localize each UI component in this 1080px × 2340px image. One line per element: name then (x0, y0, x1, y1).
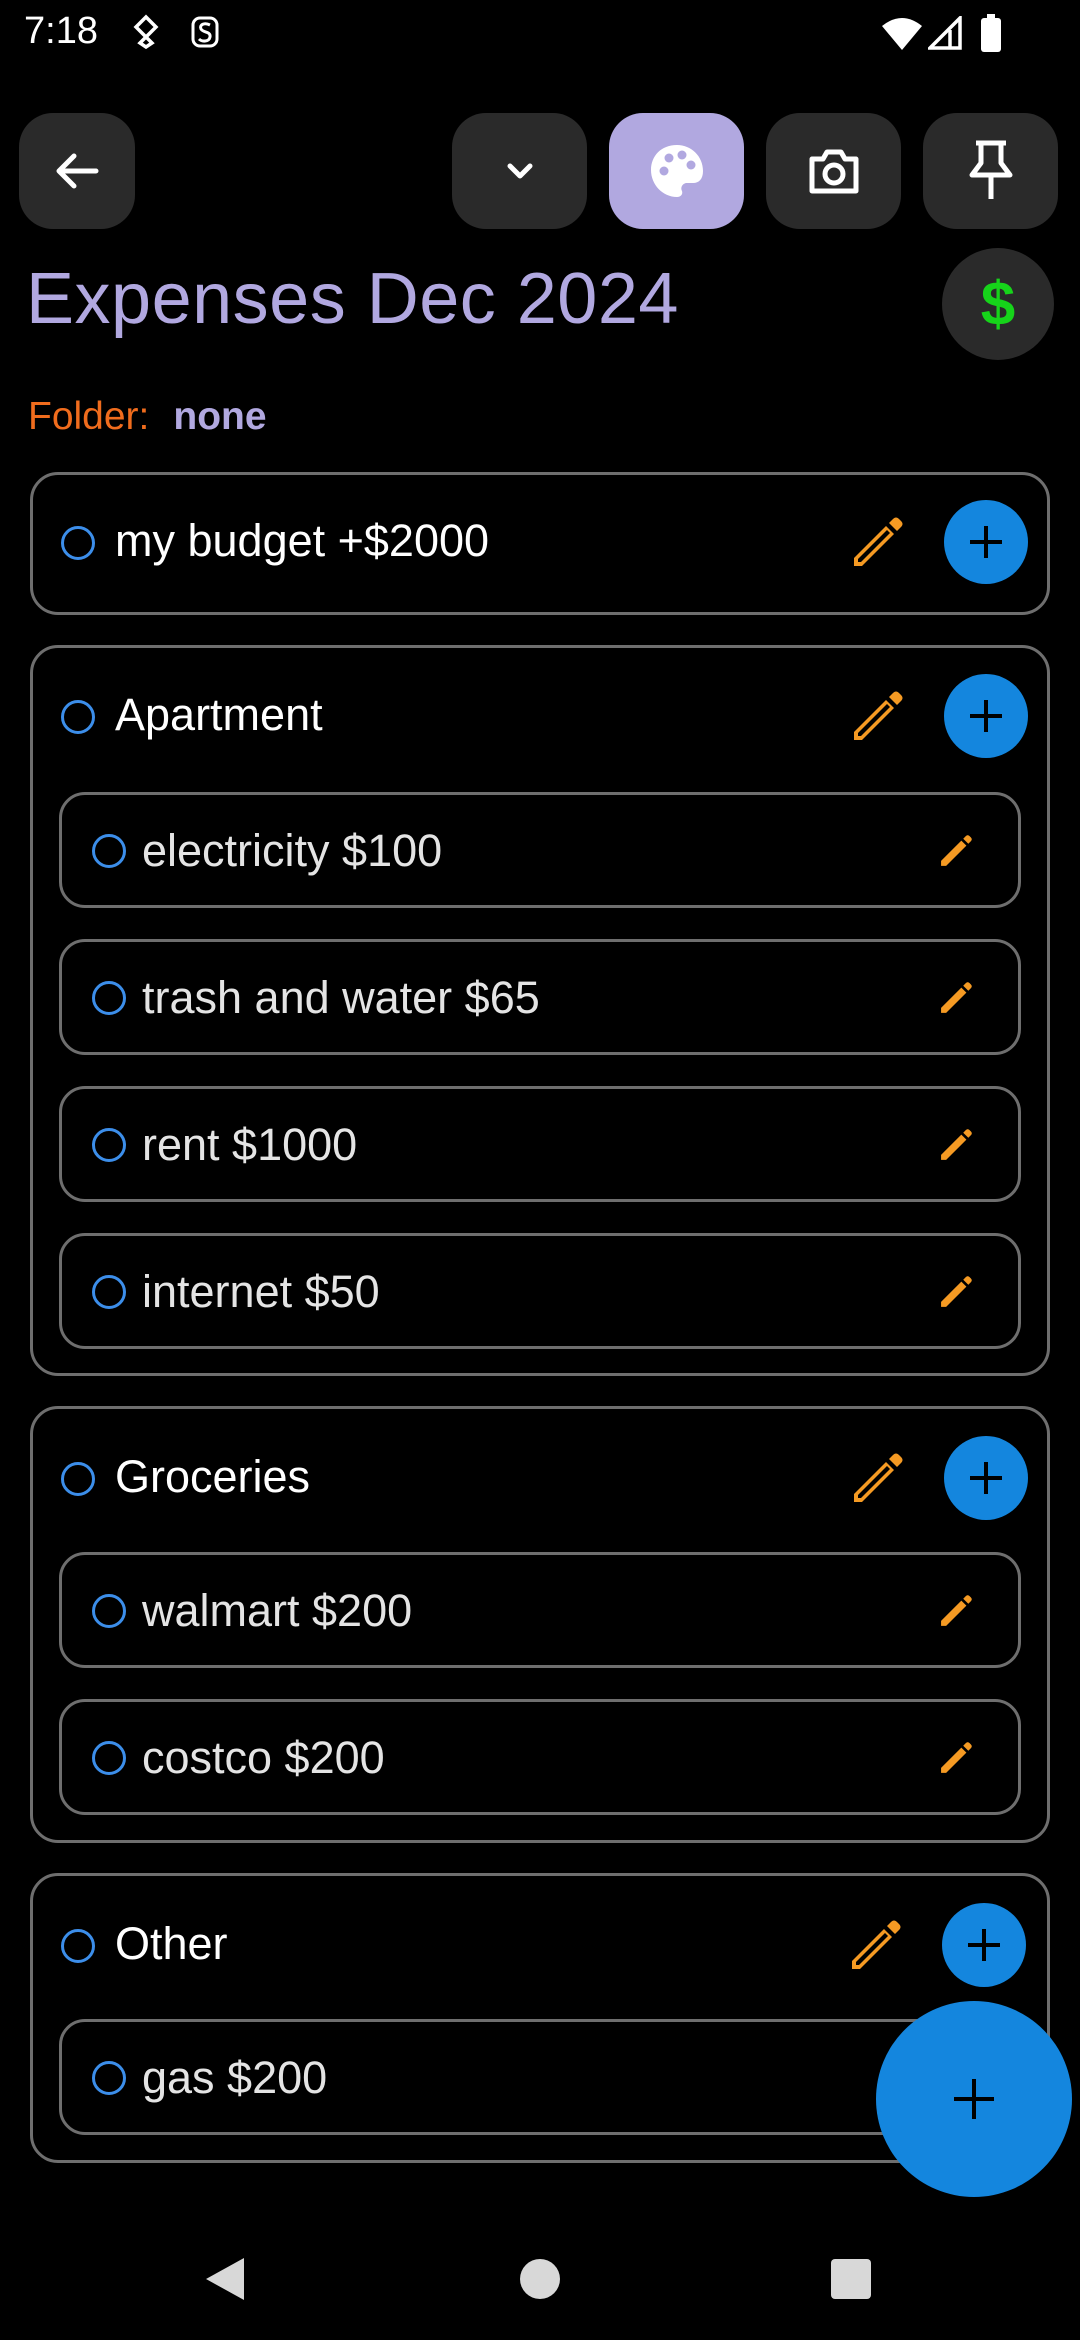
add-group-fab[interactable] (876, 2001, 1072, 2197)
checkbox[interactable] (92, 834, 126, 868)
list-item[interactable]: trash and water $65 (59, 939, 1021, 1055)
checkbox[interactable] (61, 1462, 95, 1496)
key-icon (133, 14, 159, 50)
list-item[interactable]: walmart $200 (59, 1552, 1021, 1668)
camera-button[interactable] (766, 113, 901, 229)
checklist-group: my budget +$2000 (30, 472, 1050, 615)
edit-pencil-icon[interactable] (844, 1917, 904, 1977)
edit-pencil-icon[interactable] (936, 1740, 974, 1778)
plus-icon (970, 700, 1002, 732)
edit-pencil-icon[interactable] (936, 1274, 974, 1312)
nav-recents-icon[interactable] (829, 2257, 873, 2301)
palette-icon (650, 145, 703, 197)
checkbox[interactable] (92, 1594, 126, 1628)
dollar-icon: $ (980, 269, 1016, 339)
folder-row[interactable]: Folder: none (28, 395, 267, 439)
status-time: 7:18 (24, 10, 98, 52)
list-item[interactable]: internet $50 (59, 1233, 1021, 1349)
edit-pencil-icon[interactable] (936, 980, 974, 1018)
list-item[interactable]: costco $200 (59, 1699, 1021, 1815)
item-text: gas $200 (142, 2052, 328, 2103)
checkbox[interactable] (92, 1741, 126, 1775)
collapse-button[interactable] (452, 113, 587, 229)
add-item-button[interactable] (944, 500, 1028, 584)
list-item[interactable]: electricity $100 (59, 792, 1021, 908)
group-title[interactable]: Other (115, 1918, 228, 1970)
group-title[interactable]: my budget +$2000 (115, 515, 489, 567)
back-arrow-icon (56, 153, 99, 189)
group-title[interactable]: Apartment (115, 689, 323, 741)
checkbox[interactable] (92, 981, 126, 1015)
plus-icon (970, 1462, 1002, 1494)
add-item-button[interactable] (944, 1436, 1028, 1520)
edit-pencil-icon[interactable] (846, 514, 906, 574)
edit-pencil-icon[interactable] (846, 1450, 906, 1510)
plus-icon (970, 526, 1002, 558)
edit-pencil-icon[interactable] (936, 1593, 974, 1631)
item-text: rent $1000 (142, 1119, 358, 1170)
folder-value[interactable]: none (173, 395, 266, 438)
checkbox[interactable] (92, 2061, 126, 2095)
checkbox[interactable] (92, 1275, 126, 1309)
checkbox[interactable] (61, 1929, 95, 1963)
plus-icon (954, 2079, 994, 2119)
s-badge-icon (191, 16, 219, 48)
note-title[interactable]: Expenses Dec 2024 (26, 258, 679, 340)
chevron-down-icon (507, 163, 532, 179)
color-theme-button[interactable] (609, 113, 744, 229)
list-item[interactable]: rent $1000 (59, 1086, 1021, 1202)
add-item-button[interactable] (944, 674, 1028, 758)
add-item-button[interactable] (942, 1903, 1026, 1987)
plus-icon (968, 1929, 1000, 1961)
currency-button[interactable]: $ (942, 248, 1054, 360)
checkbox[interactable] (92, 1128, 126, 1162)
group-title[interactable]: Groceries (115, 1451, 310, 1503)
checklist-group: Groceries walmart $200 costco $200 (30, 1406, 1050, 1843)
nav-home-icon[interactable] (518, 2257, 562, 2301)
status-bar: 7:18 (0, 0, 1080, 66)
back-button[interactable] (19, 113, 135, 229)
signal-icon (928, 16, 962, 50)
item-text: electricity $100 (142, 825, 443, 876)
edit-pencil-icon[interactable] (936, 1127, 974, 1165)
battery-icon (981, 14, 1001, 52)
checkbox[interactable] (61, 700, 95, 734)
item-text: costco $200 (142, 1732, 385, 1783)
camera-icon (809, 149, 858, 194)
pin-button[interactable] (923, 113, 1058, 229)
pin-icon (969, 140, 1012, 199)
nav-back-icon[interactable] (202, 2254, 248, 2304)
item-text: trash and water $65 (142, 972, 540, 1023)
wifi-icon (882, 18, 922, 50)
item-text: walmart $200 (142, 1585, 413, 1636)
item-text: internet $50 (142, 1266, 380, 1317)
folder-label: Folder: (28, 395, 150, 438)
checkbox[interactable] (61, 526, 95, 560)
edit-pencil-icon[interactable] (846, 688, 906, 748)
checklist-group: Apartment electricity $100 trash and wat… (30, 645, 1050, 1376)
system-nav-bar (0, 2220, 1080, 2340)
list-item[interactable]: gas $200 (59, 2019, 1021, 2135)
edit-pencil-icon[interactable] (936, 833, 974, 871)
